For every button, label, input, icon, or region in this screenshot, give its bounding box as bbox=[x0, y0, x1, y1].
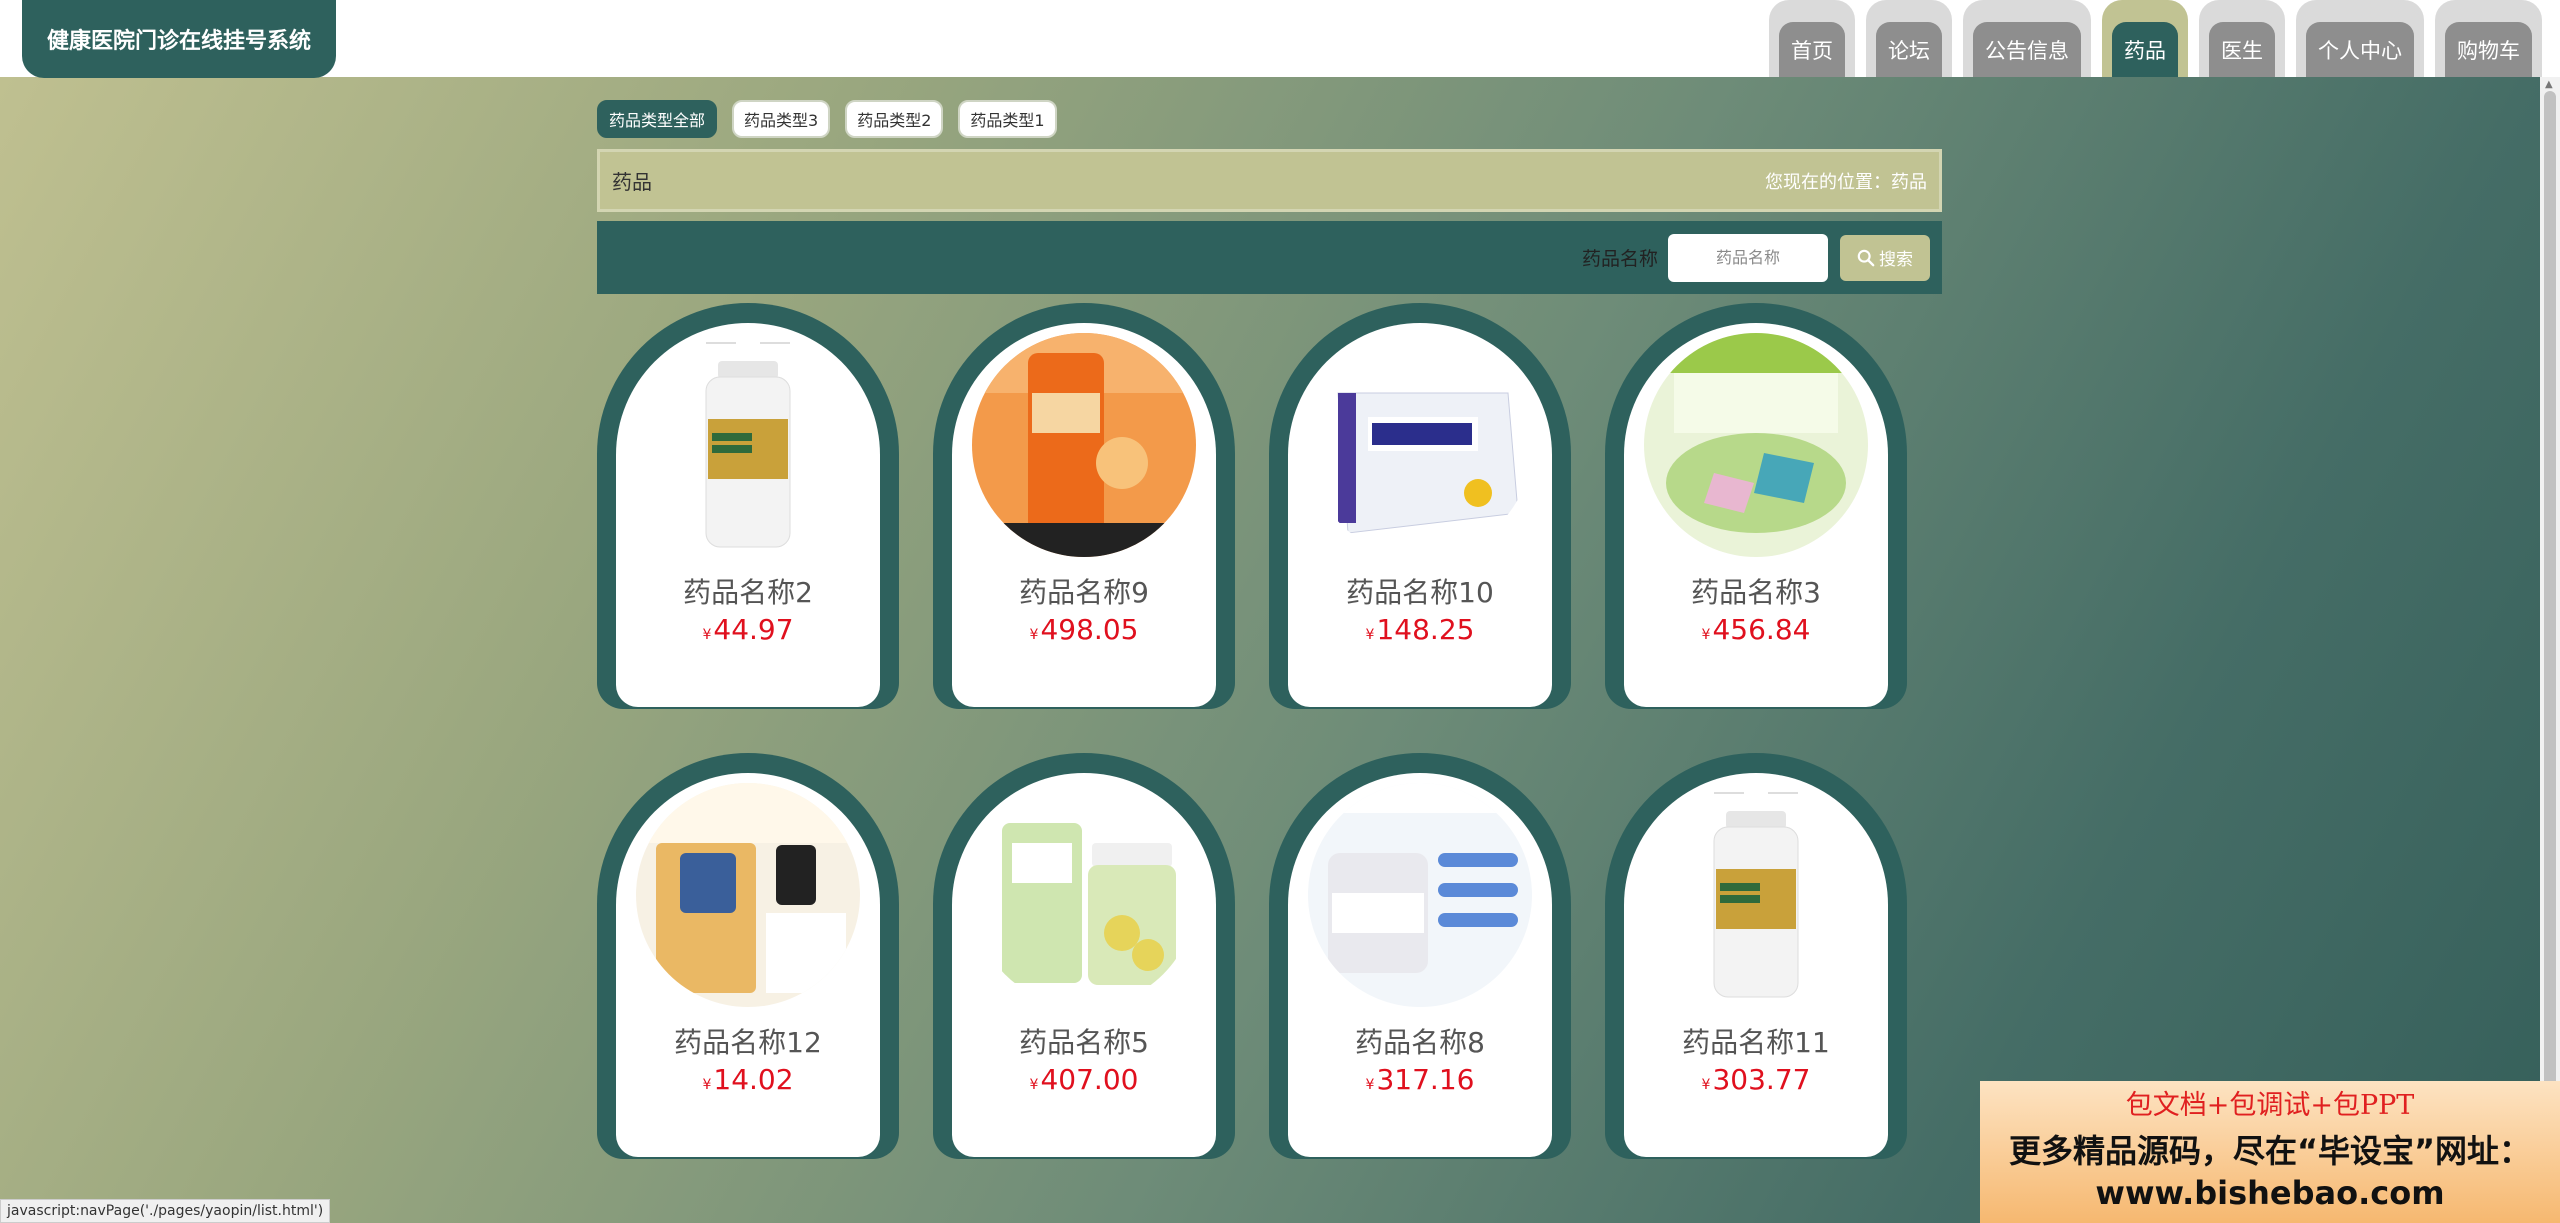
nav-home-label: 首页 bbox=[1779, 22, 1845, 77]
price-value: 317.16 bbox=[1376, 1063, 1475, 1096]
product-image bbox=[972, 783, 1196, 1007]
nav-forum-label: 论坛 bbox=[1876, 22, 1942, 77]
nav-medicine[interactable]: 药品 bbox=[2102, 0, 2188, 77]
product-card[interactable]: 药品名称5 ¥407.00 bbox=[933, 753, 1235, 1159]
price-value: 456.84 bbox=[1712, 613, 1811, 646]
site-title: 健康医院门诊在线挂号系统 bbox=[22, 0, 336, 78]
price-value: 407.00 bbox=[1040, 1063, 1139, 1096]
browser-status-bar: javascript:navPage('./pages/yaopin/list.… bbox=[0, 1199, 331, 1223]
nav-doctors[interactable]: 医生 bbox=[2199, 0, 2285, 77]
product-name: 药品名称2 bbox=[683, 576, 813, 609]
scroll-thumb[interactable] bbox=[2544, 91, 2556, 1211]
promo-line-2: 更多精品源码，尽在“毕设宝”网址： bbox=[2008, 1132, 2532, 1170]
search-input[interactable] bbox=[1668, 233, 1828, 282]
product-price: ¥14.02 bbox=[616, 1063, 880, 1096]
category-type1[interactable]: 药品类型1 bbox=[958, 100, 1057, 138]
product-card-body: 药品名称8 ¥317.16 bbox=[1288, 773, 1552, 1157]
product-card[interactable]: 药品名称9 ¥498.05 bbox=[933, 303, 1235, 709]
search-button-label: 搜索 bbox=[1879, 250, 1913, 270]
product-card[interactable]: 药品名称8 ¥317.16 bbox=[1269, 753, 1571, 1159]
main-nav: 首页 论坛 公告信息 药品 医生 个人中心 购物车 bbox=[1769, 0, 2542, 77]
product-image bbox=[636, 783, 860, 1007]
currency-symbol: ¥ bbox=[1701, 1077, 1711, 1093]
category-all[interactable]: 药品类型全部 bbox=[597, 100, 718, 138]
page-scrollbar[interactable]: ▲ bbox=[2540, 77, 2560, 1223]
search-label: 药品名称 bbox=[1581, 248, 1658, 270]
product-price: ¥317.16 bbox=[1288, 1063, 1552, 1096]
product-price: ¥44.97 bbox=[616, 613, 880, 646]
product-name: 药品名称12 bbox=[674, 1026, 822, 1059]
price-value: 44.97 bbox=[713, 613, 794, 646]
breadcrumb: 药品 您现在的位置：药品 bbox=[597, 149, 1942, 212]
product-card-body: 药品名称5 ¥407.00 bbox=[952, 773, 1216, 1157]
product-card[interactable]: 药品名称10 ¥148.25 bbox=[1269, 303, 1571, 709]
search-bar: 药品名称 搜索 bbox=[597, 221, 1942, 294]
promo-url: www.bishebao.com bbox=[2095, 1174, 2445, 1212]
currency-symbol: ¥ bbox=[1365, 627, 1375, 643]
product-card-body: 药品名称2 ¥44.97 bbox=[616, 323, 880, 707]
product-price: ¥148.25 bbox=[1288, 613, 1552, 646]
current-location: 您现在的位置：药品 bbox=[1765, 171, 1927, 193]
nav-profile[interactable]: 个人中心 bbox=[2296, 0, 2424, 77]
nav-cart-label: 购物车 bbox=[2445, 22, 2532, 77]
search-button[interactable]: 搜索 bbox=[1840, 234, 1930, 281]
page-title: 药品 bbox=[612, 170, 652, 194]
product-name: 药品名称3 bbox=[1691, 576, 1821, 609]
product-card-body: 药品名称11 ¥303.77 bbox=[1624, 773, 1888, 1157]
price-value: 498.05 bbox=[1040, 613, 1139, 646]
nav-doctors-label: 医生 bbox=[2209, 22, 2275, 77]
price-value: 303.77 bbox=[1712, 1063, 1811, 1096]
nav-announcements-label: 公告信息 bbox=[1973, 22, 2081, 77]
currency-symbol: ¥ bbox=[1029, 1077, 1039, 1093]
product-price: ¥303.77 bbox=[1624, 1063, 1888, 1096]
product-card-body: 药品名称12 ¥14.02 bbox=[616, 773, 880, 1157]
currency-symbol: ¥ bbox=[702, 1077, 712, 1093]
top-header: 健康医院门诊在线挂号系统 首页 论坛 公告信息 药品 医生 个人中心 购物车 bbox=[0, 0, 2560, 78]
product-price: ¥456.84 bbox=[1624, 613, 1888, 646]
scroll-up-arrow-icon[interactable]: ▲ bbox=[2545, 80, 2553, 90]
search-icon bbox=[1857, 249, 1875, 266]
nav-home[interactable]: 首页 bbox=[1769, 0, 1855, 77]
nav-announcements[interactable]: 公告信息 bbox=[1963, 0, 2091, 77]
product-image bbox=[636, 333, 860, 557]
product-price: ¥498.05 bbox=[952, 613, 1216, 646]
product-image bbox=[1644, 333, 1868, 557]
product-image bbox=[1644, 783, 1868, 1007]
product-image bbox=[1308, 333, 1532, 557]
currency-symbol: ¥ bbox=[702, 627, 712, 643]
nav-medicine-label: 药品 bbox=[2112, 22, 2178, 77]
product-card[interactable]: 药品名称12 ¥14.02 bbox=[597, 753, 899, 1159]
product-card[interactable]: 药品名称3 ¥456.84 bbox=[1605, 303, 1907, 709]
product-name: 药品名称11 bbox=[1682, 1026, 1830, 1059]
currency-symbol: ¥ bbox=[1701, 627, 1711, 643]
category-type3[interactable]: 药品类型3 bbox=[732, 100, 831, 138]
nav-profile-label: 个人中心 bbox=[2306, 22, 2414, 77]
currency-symbol: ¥ bbox=[1365, 1077, 1375, 1093]
product-card[interactable]: 药品名称11 ¥303.77 bbox=[1605, 753, 1907, 1159]
nav-cart[interactable]: 购物车 bbox=[2435, 0, 2542, 77]
product-name: 药品名称9 bbox=[1019, 576, 1149, 609]
product-card[interactable]: 药品名称2 ¥44.97 bbox=[597, 303, 899, 709]
product-name: 药品名称8 bbox=[1355, 1026, 1485, 1059]
product-image bbox=[972, 333, 1196, 557]
promo-line-1: 包文档+包调试+包PPT bbox=[2125, 1090, 2415, 1121]
promo-banner[interactable]: 包文档+包调试+包PPT 更多精品源码，尽在“毕设宝”网址： www.bishe… bbox=[1980, 1081, 2560, 1223]
product-card-body: 药品名称9 ¥498.05 bbox=[952, 323, 1216, 707]
product-name: 药品名称10 bbox=[1346, 576, 1494, 609]
product-price: ¥407.00 bbox=[952, 1063, 1216, 1096]
price-value: 148.25 bbox=[1376, 613, 1475, 646]
price-value: 14.02 bbox=[713, 1063, 794, 1096]
product-card-body: 药品名称3 ¥456.84 bbox=[1624, 323, 1888, 707]
product-card-body: 药品名称10 ¥148.25 bbox=[1288, 323, 1552, 707]
nav-forum[interactable]: 论坛 bbox=[1866, 0, 1952, 77]
category-type2[interactable]: 药品类型2 bbox=[845, 100, 944, 138]
currency-symbol: ¥ bbox=[1029, 627, 1039, 643]
product-image bbox=[1308, 783, 1532, 1007]
category-filters: 药品类型全部 药品类型3 药品类型2 药品类型1 bbox=[597, 100, 1057, 138]
product-name: 药品名称5 bbox=[1019, 1026, 1149, 1059]
